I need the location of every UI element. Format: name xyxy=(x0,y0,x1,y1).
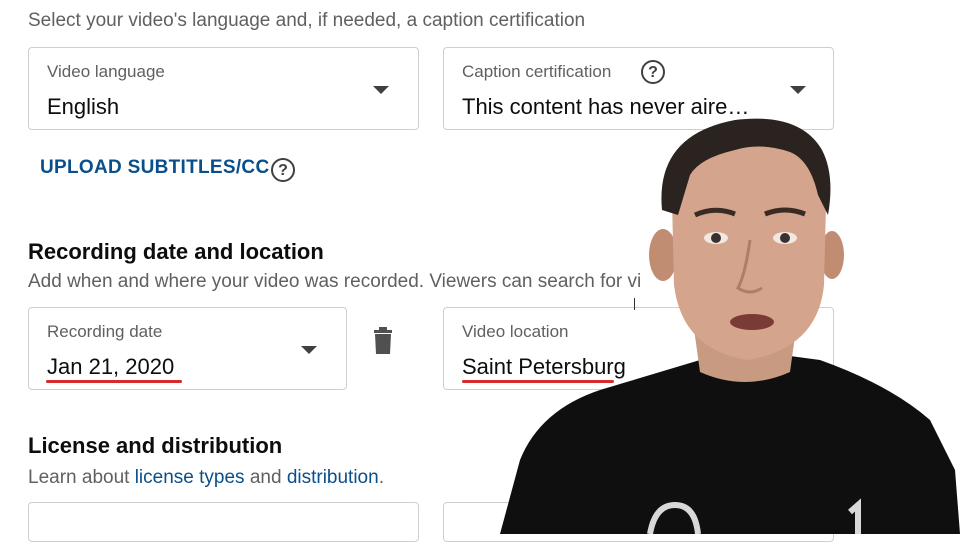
upload-subtitles-button[interactable]: UPLOAD SUBTITLES/CC xyxy=(40,157,269,179)
caret-down-icon xyxy=(301,346,317,354)
license-description-period: . xyxy=(378,467,384,488)
video-language-value: English xyxy=(47,94,120,119)
trash-icon[interactable] xyxy=(372,327,394,355)
license-select[interactable] xyxy=(28,502,419,542)
distribution-link[interactable]: distribution xyxy=(287,467,379,488)
recording-date-value: Jan 21, 2020 xyxy=(47,354,175,379)
recording-date-select[interactable]: Recording date Jan 21, 2020 xyxy=(28,307,347,390)
license-section-description: Learn about license types and distributi… xyxy=(28,467,384,489)
language-section-description: Select your video's language and, if nee… xyxy=(28,10,586,31)
help-circle-icon[interactable]: ? xyxy=(641,60,665,84)
caption-certification-select[interactable]: Caption certification ? This content has… xyxy=(443,47,834,130)
recording-section-title: Recording date and location xyxy=(28,239,324,264)
caption-certification-value: This content has never aire… xyxy=(462,94,750,119)
license-types-link[interactable]: license types xyxy=(135,467,245,488)
caret-down-icon xyxy=(373,86,389,94)
category-select[interactable] xyxy=(443,502,834,542)
annotation-underline xyxy=(462,380,614,383)
recording-date-label: Recording date xyxy=(47,322,163,341)
caption-certification-label: Caption certification xyxy=(462,62,612,81)
video-language-select[interactable]: Video language English xyxy=(28,47,419,130)
video-language-label: Video language xyxy=(47,62,165,81)
recording-section-description: Add when and where your video was record… xyxy=(28,271,642,292)
video-location-label: Video location xyxy=(462,322,569,341)
text-cursor-icon xyxy=(634,298,635,310)
license-description-and: and xyxy=(244,467,287,488)
license-description-prefix: Learn about xyxy=(28,467,135,488)
license-section-title: License and distribution xyxy=(28,433,283,458)
help-circle-icon[interactable]: ? xyxy=(271,158,295,182)
video-location-value: Saint Petersburg xyxy=(462,354,626,379)
video-location-input[interactable]: Video location Saint Petersburg xyxy=(443,307,834,390)
caret-down-icon xyxy=(790,86,806,94)
annotation-underline xyxy=(46,380,182,383)
